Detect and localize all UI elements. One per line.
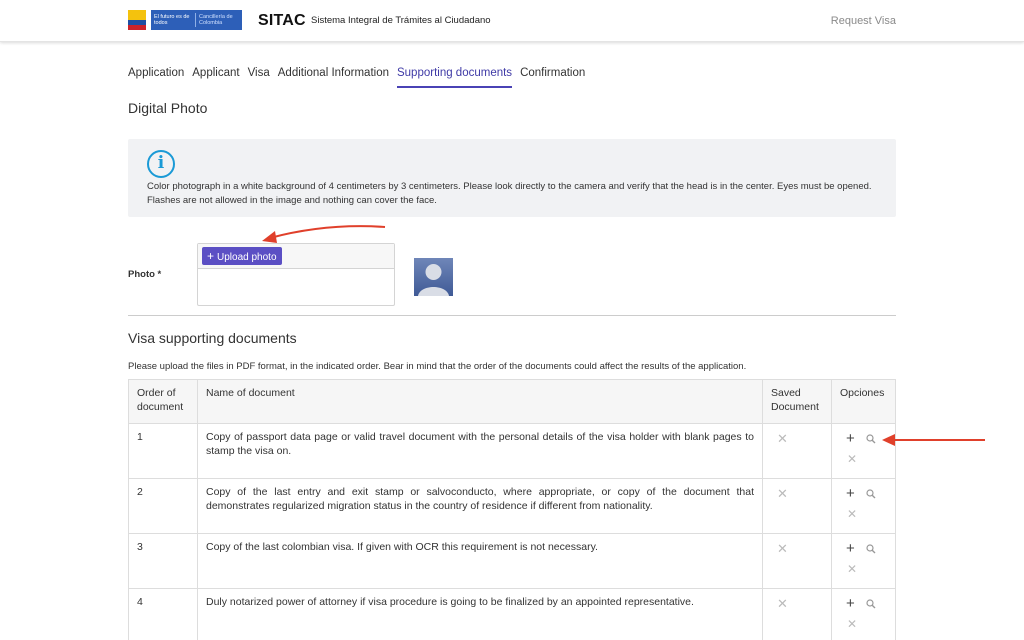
table-row: 1 Copy of passport data page or valid tr…	[128, 423, 897, 479]
app-logo: SITAC	[258, 12, 306, 29]
add-document-icon[interactable]: +	[846, 541, 855, 556]
digital-photo-title: Digital Photo	[128, 100, 208, 116]
supporting-docs-title: Visa supporting documents	[128, 330, 297, 346]
add-document-icon[interactable]: +	[846, 431, 855, 446]
row-order: 2	[128, 478, 198, 534]
row-document-name: Copy of the last entry and exit stamp or…	[196, 478, 764, 534]
tab-application[interactable]: Application	[128, 66, 184, 88]
row-document-name: Copy of passport data page or valid trav…	[196, 423, 764, 479]
person-silhouette-icon	[418, 264, 449, 296]
options-cell: + ✕	[830, 423, 897, 479]
photo-upload-box[interactable]: + Upload photo	[197, 243, 395, 306]
gov-badge-right: Cancillería de Colombia	[199, 13, 233, 27]
col-saved: Saved Document	[762, 379, 832, 424]
delete-icon[interactable]: ✕	[847, 617, 857, 631]
not-saved-x-icon: ✕	[777, 486, 788, 501]
col-order: Order of document	[128, 379, 198, 424]
col-name: Name of document	[196, 379, 764, 424]
upload-photo-button[interactable]: + Upload photo	[202, 247, 282, 265]
saved-document-cell: ✕	[762, 588, 832, 640]
plus-icon: +	[207, 249, 215, 263]
upload-instructions: Please upload the files in PDF format, i…	[128, 361, 747, 372]
row-document-name: Duly notarized power of attorney if visa…	[196, 588, 764, 640]
row-document-name: Copy of the last colombian visa. If give…	[196, 533, 764, 589]
info-text: Color photograph in a white background o…	[147, 181, 872, 206]
photo-label: Photo *	[128, 269, 162, 280]
tab-visa[interactable]: Visa	[248, 66, 270, 88]
government-logo: El futuro es de todos Cancillería de Col…	[128, 10, 242, 30]
gov-badge: El futuro es de todos Cancillería de Col…	[151, 10, 242, 30]
arrow-to-upload-icon	[262, 225, 386, 243]
search-icon[interactable]	[866, 434, 876, 444]
tab-additional-information[interactable]: Additional Information	[278, 66, 389, 88]
not-saved-x-icon: ✕	[777, 596, 788, 611]
photo-placeholder-avatar	[414, 258, 453, 296]
not-saved-x-icon: ✕	[777, 431, 788, 446]
search-icon[interactable]	[866, 544, 876, 554]
row-order: 4	[128, 588, 198, 640]
tab-applicant[interactable]: Applicant	[192, 66, 239, 88]
delete-icon[interactable]: ✕	[847, 507, 857, 521]
tab-confirmation[interactable]: Confirmation	[520, 66, 585, 88]
saved-document-cell: ✕	[762, 478, 832, 534]
saved-document-cell: ✕	[762, 533, 832, 589]
add-document-icon[interactable]: +	[846, 486, 855, 501]
section-divider	[128, 315, 896, 316]
search-icon[interactable]	[866, 489, 876, 499]
row-order: 1	[128, 423, 198, 479]
upload-photo-label: Upload photo	[217, 252, 277, 263]
gov-badge-left: El futuro es de todos	[154, 13, 190, 27]
not-saved-x-icon: ✕	[777, 541, 788, 556]
saved-document-cell: ✕	[762, 423, 832, 479]
delete-icon[interactable]: ✕	[847, 562, 857, 576]
info-icon: i	[147, 150, 175, 178]
app-subtitle: Sistema Integral de Trámites al Ciudadan…	[311, 15, 491, 26]
tab-supporting-documents[interactable]: Supporting documents	[396, 66, 513, 88]
search-icon[interactable]	[866, 599, 876, 609]
table-row: 3 Copy of the last colombian visa. If gi…	[128, 533, 897, 589]
add-document-icon[interactable]: +	[846, 596, 855, 611]
arrow-to-search-icon	[882, 434, 985, 446]
options-cell: + ✕	[830, 588, 897, 640]
row-order: 3	[128, 533, 198, 589]
table-row: 4 Duly notarized power of attorney if vi…	[128, 588, 897, 640]
delete-icon[interactable]: ✕	[847, 452, 857, 466]
colombia-flag-icon	[128, 10, 146, 30]
options-cell: + ✕	[830, 478, 897, 534]
upload-toolbar: + Upload photo	[198, 244, 394, 269]
step-tabs: Application Applicant Visa Additional In…	[128, 66, 593, 88]
request-visa-link[interactable]: Request Visa	[831, 15, 896, 27]
info-box: i Color photograph in a white background…	[128, 139, 896, 217]
top-header: El futuro es de todos Cancillería de Col…	[0, 0, 1024, 42]
table-header-row: Order of document Name of document Saved…	[128, 379, 897, 424]
documents-table: Order of document Name of document Saved…	[128, 379, 897, 640]
col-options: Opciones	[830, 379, 897, 424]
options-cell: + ✕	[830, 533, 897, 589]
table-row: 2 Copy of the last entry and exit stamp …	[128, 478, 897, 534]
